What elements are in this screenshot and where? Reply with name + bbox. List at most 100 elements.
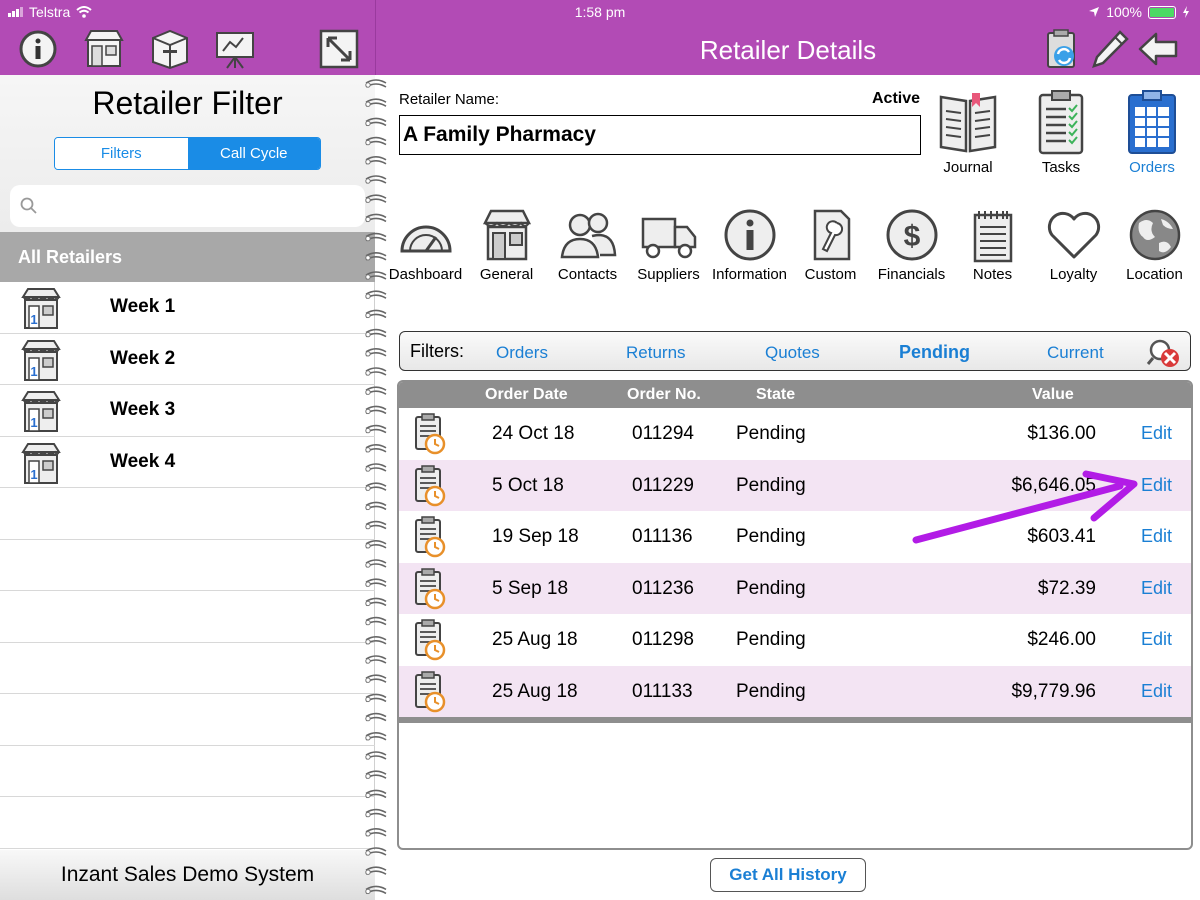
table-body: 24 Oct 18 011294 Pending $136.00 Edit 5 Oct … (399, 408, 1191, 717)
cell-value: $603.41 (1027, 526, 1096, 547)
cell-order-date: 5 Sep 18 (492, 577, 569, 599)
spiral-hole (365, 139, 371, 146)
cell-order-no: 011236 (632, 577, 694, 599)
segment-call-cycle[interactable]: Call Cycle (187, 138, 320, 169)
column-state[interactable]: State (756, 386, 795, 404)
retailer-list-item-label: Week 3 (110, 399, 176, 421)
info-icon[interactable] (16, 28, 60, 70)
sync-icon[interactable] (1042, 28, 1082, 70)
battery-icon (1148, 5, 1176, 19)
spiral-hole (365, 331, 371, 338)
filters-label: Filters: (410, 341, 464, 361)
cell-state: Pending (736, 526, 806, 547)
battery-percent: 100% (1106, 4, 1142, 20)
spiral-hole (365, 197, 371, 203)
spiral-hole (365, 312, 371, 319)
retailer-list-item[interactable]: 1 Week 1 (0, 282, 375, 334)
retailer-list-item[interactable]: 1 Week 4 (0, 437, 375, 488)
column-order-no[interactable]: Order No. (627, 386, 701, 404)
store-icon (482, 209, 531, 261)
edit-order-link[interactable]: Edit (1141, 526, 1172, 547)
cell-value: $136.00 (1027, 423, 1096, 444)
table-row[interactable]: 25 Aug 18 011298 Pending $246.00 Edit (399, 614, 1191, 666)
spiral-hole (365, 351, 371, 357)
store-icon[interactable] (82, 28, 126, 70)
pending-order-icon (415, 516, 446, 558)
column-value[interactable]: Value (1032, 386, 1074, 404)
cell-state: Pending (736, 423, 806, 444)
cell-value: $9,779.96 (1011, 680, 1096, 702)
retailer-list-item[interactable]: 1 Week 2 (0, 334, 375, 385)
nav-custom[interactable]: Custom (790, 207, 871, 287)
retailer-filter-panel: Retailer Filter Filters Call Cycle All R… (0, 75, 375, 900)
filter-tab-returns[interactable]: Returns (626, 343, 686, 363)
edit-order-link[interactable]: Edit (1141, 681, 1172, 702)
nav-information[interactable]: Information (709, 207, 790, 287)
spiral-hole (365, 255, 371, 261)
get-all-history-button[interactable]: Get All History (710, 858, 866, 892)
pencil-icon[interactable] (1090, 28, 1130, 70)
spiral-hole (365, 600, 371, 607)
table-row[interactable]: 24 Oct 18 011294 Pending $136.00 Edit (399, 408, 1191, 460)
spiral-hole (365, 562, 371, 568)
tasks-icon (1038, 90, 1084, 155)
nav-general[interactable]: General (466, 207, 547, 287)
pending-order-icon (415, 619, 446, 661)
nav-loyalty-label: Loyalty (1049, 266, 1098, 283)
expand-icon[interactable] (317, 28, 361, 70)
nav-financials[interactable]: $ Financials (871, 207, 952, 287)
dashboard-icon (399, 225, 452, 253)
column-order-date[interactable]: Order Date (485, 386, 568, 404)
nav-location[interactable]: Location (1114, 207, 1195, 287)
charging-icon (1183, 6, 1189, 18)
spiral-hole (365, 235, 371, 242)
edit-order-link[interactable]: Edit (1141, 578, 1172, 599)
presentation-icon[interactable] (213, 28, 257, 70)
retailer-list-item[interactable]: 1 Week 3 (0, 385, 375, 437)
package-icon[interactable] (148, 28, 192, 70)
retailer-list-item (0, 540, 375, 591)
truck-icon (641, 217, 696, 259)
filter-header: Retailer Filter Filters Call Cycle (0, 75, 375, 232)
filter-tab-pending[interactable]: Pending (899, 342, 970, 363)
filter-tab-orders[interactable]: Orders (496, 343, 548, 363)
journal-button[interactable]: Journal (928, 89, 1008, 176)
edit-order-link[interactable]: Edit (1141, 475, 1172, 496)
cell-order-date: 24 Oct 18 (492, 423, 575, 444)
svg-text:1: 1 (30, 364, 37, 379)
spiral-hole (365, 677, 371, 683)
edit-order-link[interactable]: Edit (1141, 423, 1172, 444)
retailer-store-icon: 1 (21, 288, 61, 329)
cell-state: Pending (736, 629, 806, 650)
clear-filter-icon[interactable] (1146, 337, 1182, 369)
nav-loyalty[interactable]: Loyalty (1033, 207, 1114, 287)
all-retailers-header[interactable]: All Retailers (0, 232, 375, 282)
segment-filters[interactable]: Filters (55, 138, 188, 169)
table-header: Order Date Order No. State Value (399, 382, 1191, 408)
table-row[interactable]: 5 Oct 18 011229 Pending $6,646.05 Edit (399, 459, 1191, 511)
orders-button[interactable]: Orders (1112, 89, 1192, 176)
dollar-icon: $ (886, 209, 937, 261)
nav-dashboard[interactable]: Dashboard (385, 207, 466, 287)
filter-tab-quotes[interactable]: Quotes (765, 343, 820, 363)
back-arrow-icon[interactable] (1136, 28, 1180, 70)
journal-label: Journal (943, 159, 993, 176)
system-name-footer: Inzant Sales Demo System (0, 850, 375, 900)
journal-icon (939, 93, 997, 153)
orders-label: Orders (1129, 159, 1175, 176)
table-row[interactable]: 5 Sep 18 011236 Pending $72.39 Edit (399, 562, 1191, 614)
tasks-button[interactable]: Tasks (1021, 89, 1101, 176)
nav-suppliers[interactable]: Suppliers (628, 207, 709, 287)
nav-contacts[interactable]: Contacts (547, 207, 628, 287)
search-input[interactable] (46, 197, 346, 215)
nav-notes[interactable]: Notes (952, 207, 1033, 287)
edit-order-link[interactable]: Edit (1141, 629, 1172, 650)
nav-contacts-label: Contacts (557, 266, 618, 283)
retailer-name-field[interactable]: A Family Pharmacy (399, 115, 921, 155)
retailer-list-item (0, 746, 375, 797)
filter-tab-current[interactable]: Current (1047, 343, 1104, 363)
table-row[interactable]: 25 Aug 18 011133 Pending $9,779.96 Edit (399, 665, 1191, 717)
svg-text:1: 1 (30, 312, 37, 327)
table-row[interactable]: 19 Sep 18 011136 Pending $603.41 Edit (399, 511, 1191, 563)
spiral-hole (365, 773, 371, 779)
